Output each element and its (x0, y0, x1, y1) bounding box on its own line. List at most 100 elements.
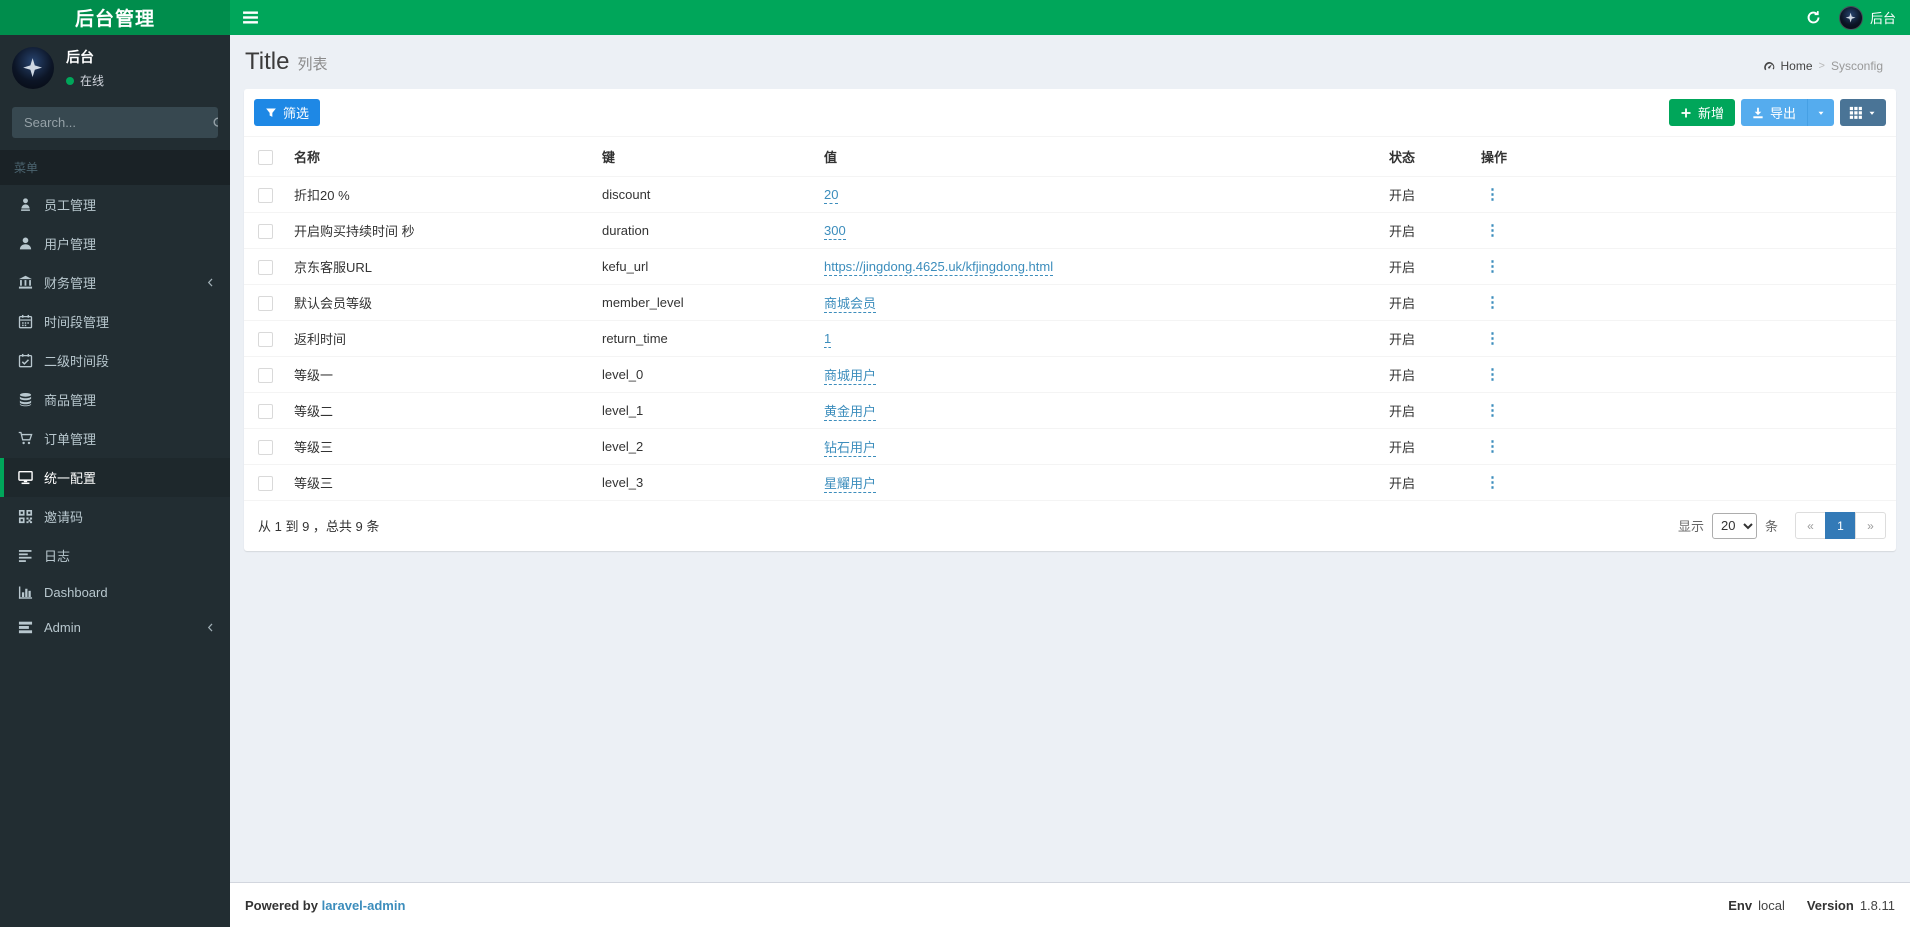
cell-value-editable[interactable]: https://jingdong.4625.uk/kfjingdong.html (824, 259, 1054, 276)
cell-key: level_3 (594, 464, 816, 501)
row-actions-ellipsis-icon[interactable]: ⋮ (1481, 295, 1504, 310)
online-status-label: 在线 (80, 74, 105, 88)
sidebar-item-staff[interactable]: 员工管理 (0, 185, 230, 224)
column-selector-button[interactable] (1840, 99, 1886, 126)
sidebar-menu-header: 菜单 (0, 150, 230, 185)
table-row: 折扣20 % discount 20 开启 ⋮ (244, 176, 1896, 213)
sidebar-item-users[interactable]: 用户管理 (0, 224, 230, 263)
per-page-prefix: 显示 (1677, 519, 1704, 534)
cell-status: 开启 (1381, 428, 1473, 465)
sidebar-item-label: 时间段管理 (44, 315, 110, 330)
sidebar-item-log[interactable]: 日志 (0, 536, 230, 575)
search-input[interactable] (12, 107, 212, 138)
row-actions-ellipsis-icon[interactable]: ⋮ (1481, 439, 1504, 454)
row-checkbox[interactable] (258, 367, 273, 383)
row-checkbox[interactable] (258, 223, 273, 239)
cell-status: 开启 (1381, 284, 1473, 321)
cell-name: 折扣20 % (286, 176, 594, 213)
top-navbar: 后台 (230, 0, 1910, 35)
avatar-emblem-icon (23, 58, 43, 78)
table-row: 等级一 level_0 商城用户 开启 ⋮ (244, 356, 1896, 393)
cell-value-editable[interactable]: 钻石用户 (824, 440, 877, 457)
column-header-status: 状态 (1381, 137, 1473, 177)
row-actions-ellipsis-icon[interactable]: ⋮ (1481, 475, 1504, 490)
pager-prev-button[interactable]: « (1795, 512, 1826, 539)
refresh-glyph (1808, 11, 1820, 24)
select-all-checkbox[interactable] (258, 149, 273, 165)
cell-name: 开启购买持续时间 秒 (286, 212, 594, 249)
cell-value-editable[interactable]: 商城用户 (824, 368, 877, 385)
cell-name: 等级二 (286, 392, 594, 429)
refresh-icon[interactable] (1795, 0, 1833, 35)
per-page-select[interactable]: 20 (1711, 512, 1757, 539)
row-actions-ellipsis-icon[interactable]: ⋮ (1481, 367, 1504, 382)
sidebar-item-dashboard[interactable]: Dashboard (0, 575, 230, 610)
row-actions-ellipsis-icon[interactable]: ⋮ (1481, 223, 1504, 238)
chevron-left-icon (205, 277, 216, 288)
sidebar-user-status[interactable]: 在线 (66, 72, 104, 89)
sidebar-item-timeslot[interactable]: 时间段管理 (0, 302, 230, 341)
row-actions-ellipsis-icon[interactable]: ⋮ (1481, 331, 1504, 346)
sidebar-item-timeslot2[interactable]: 二级时间段 (0, 341, 230, 380)
sidebar-item-invite[interactable]: 邀请码 (0, 497, 230, 536)
bank-icon (18, 275, 33, 290)
sidebar-item-finance[interactable]: 财务管理 (0, 263, 230, 302)
plus-icon (1681, 108, 1691, 117)
hamburger-menu-icon[interactable] (230, 0, 270, 35)
avatar (1838, 5, 1863, 30)
sidebar-item-orders[interactable]: 订单管理 (0, 419, 230, 458)
sidebar: 后台 在线 菜单 员工管理用户管理财务管理时间段管理二级时间段商品管理订单管理统… (0, 35, 230, 927)
row-checkbox[interactable] (258, 439, 273, 455)
pager-page-1-button[interactable]: 1 (1825, 512, 1856, 539)
row-checkbox[interactable] (258, 259, 273, 275)
navbar-user-label: 后台 (1869, 11, 1896, 26)
row-actions-ellipsis-icon[interactable]: ⋮ (1481, 259, 1504, 274)
pager: « 1 » (1795, 512, 1886, 539)
cell-name: 等级三 (286, 428, 594, 465)
config-table: 名称 键 值 状态 操作 折扣20 % discount 20 开启 ⋮ 开启购买持续时间… (244, 137, 1896, 501)
row-checkbox[interactable] (258, 331, 273, 347)
app-logo[interactable]: 后台管理 (0, 0, 230, 35)
filter-button[interactable]: 筛选 (254, 99, 321, 126)
pager-next-button[interactable]: » (1855, 512, 1886, 539)
cell-value-editable[interactable]: 1 (824, 331, 832, 348)
cell-value-editable[interactable]: 商城会员 (824, 296, 877, 313)
grid-box: 筛选 新增 导出 名称 键 值 状态 操作 折扣20 % discount 20… (244, 89, 1896, 551)
sidebar-item-admin[interactable]: Admin (0, 610, 230, 645)
grid-toolbar: 筛选 新增 导出 (244, 89, 1896, 137)
search-button[interactable] (212, 107, 218, 138)
row-checkbox[interactable] (258, 295, 273, 311)
download-icon (1753, 107, 1763, 118)
laravel-admin-link[interactable]: laravel-admin (322, 898, 406, 913)
sidebar-item-goods[interactable]: 商品管理 (0, 380, 230, 419)
env-value: local (1758, 897, 1785, 913)
breadcrumb-home-link[interactable]: Home (1763, 59, 1813, 73)
cell-value-editable[interactable]: 300 (824, 223, 846, 240)
table-row: 默认会员等级 member_level 商城会员 开启 ⋮ (244, 284, 1896, 321)
sidebar-item-label: 商品管理 (44, 393, 97, 408)
cell-value-editable[interactable]: 20 (824, 187, 839, 204)
row-checkbox[interactable] (258, 403, 273, 419)
export-button[interactable]: 导出 (1740, 99, 1807, 126)
cell-value-editable[interactable]: 星耀用户 (824, 476, 877, 493)
cell-value-editable[interactable]: 黄金用户 (824, 404, 877, 421)
column-header-action: 操作 (1473, 137, 1896, 177)
row-checkbox[interactable] (258, 475, 273, 491)
navbar-user-menu[interactable]: 后台 (1833, 0, 1910, 35)
row-actions-ellipsis-icon[interactable]: ⋮ (1481, 187, 1504, 202)
breadcrumb-separator: > (1818, 60, 1825, 72)
sidebar-item-label: Admin (44, 620, 81, 635)
dashboard-gauge-icon (1763, 61, 1774, 70)
sidebar-item-label: Dashboard (44, 585, 108, 600)
row-checkbox[interactable] (258, 187, 273, 203)
export-dropdown-toggle[interactable] (1807, 99, 1834, 126)
online-status-dot (66, 76, 74, 85)
create-button[interactable]: 新增 (1668, 99, 1735, 126)
sidebar-item-sysconfig[interactable]: 统一配置 (0, 458, 230, 497)
export-button-label: 导出 (1769, 106, 1796, 121)
sidebar-item-label: 二级时间段 (44, 354, 110, 369)
row-actions-ellipsis-icon[interactable]: ⋮ (1481, 403, 1504, 418)
cell-status: 开启 (1381, 176, 1473, 213)
export-button-group: 导出 (1740, 99, 1834, 126)
page-title: Title (245, 48, 290, 75)
